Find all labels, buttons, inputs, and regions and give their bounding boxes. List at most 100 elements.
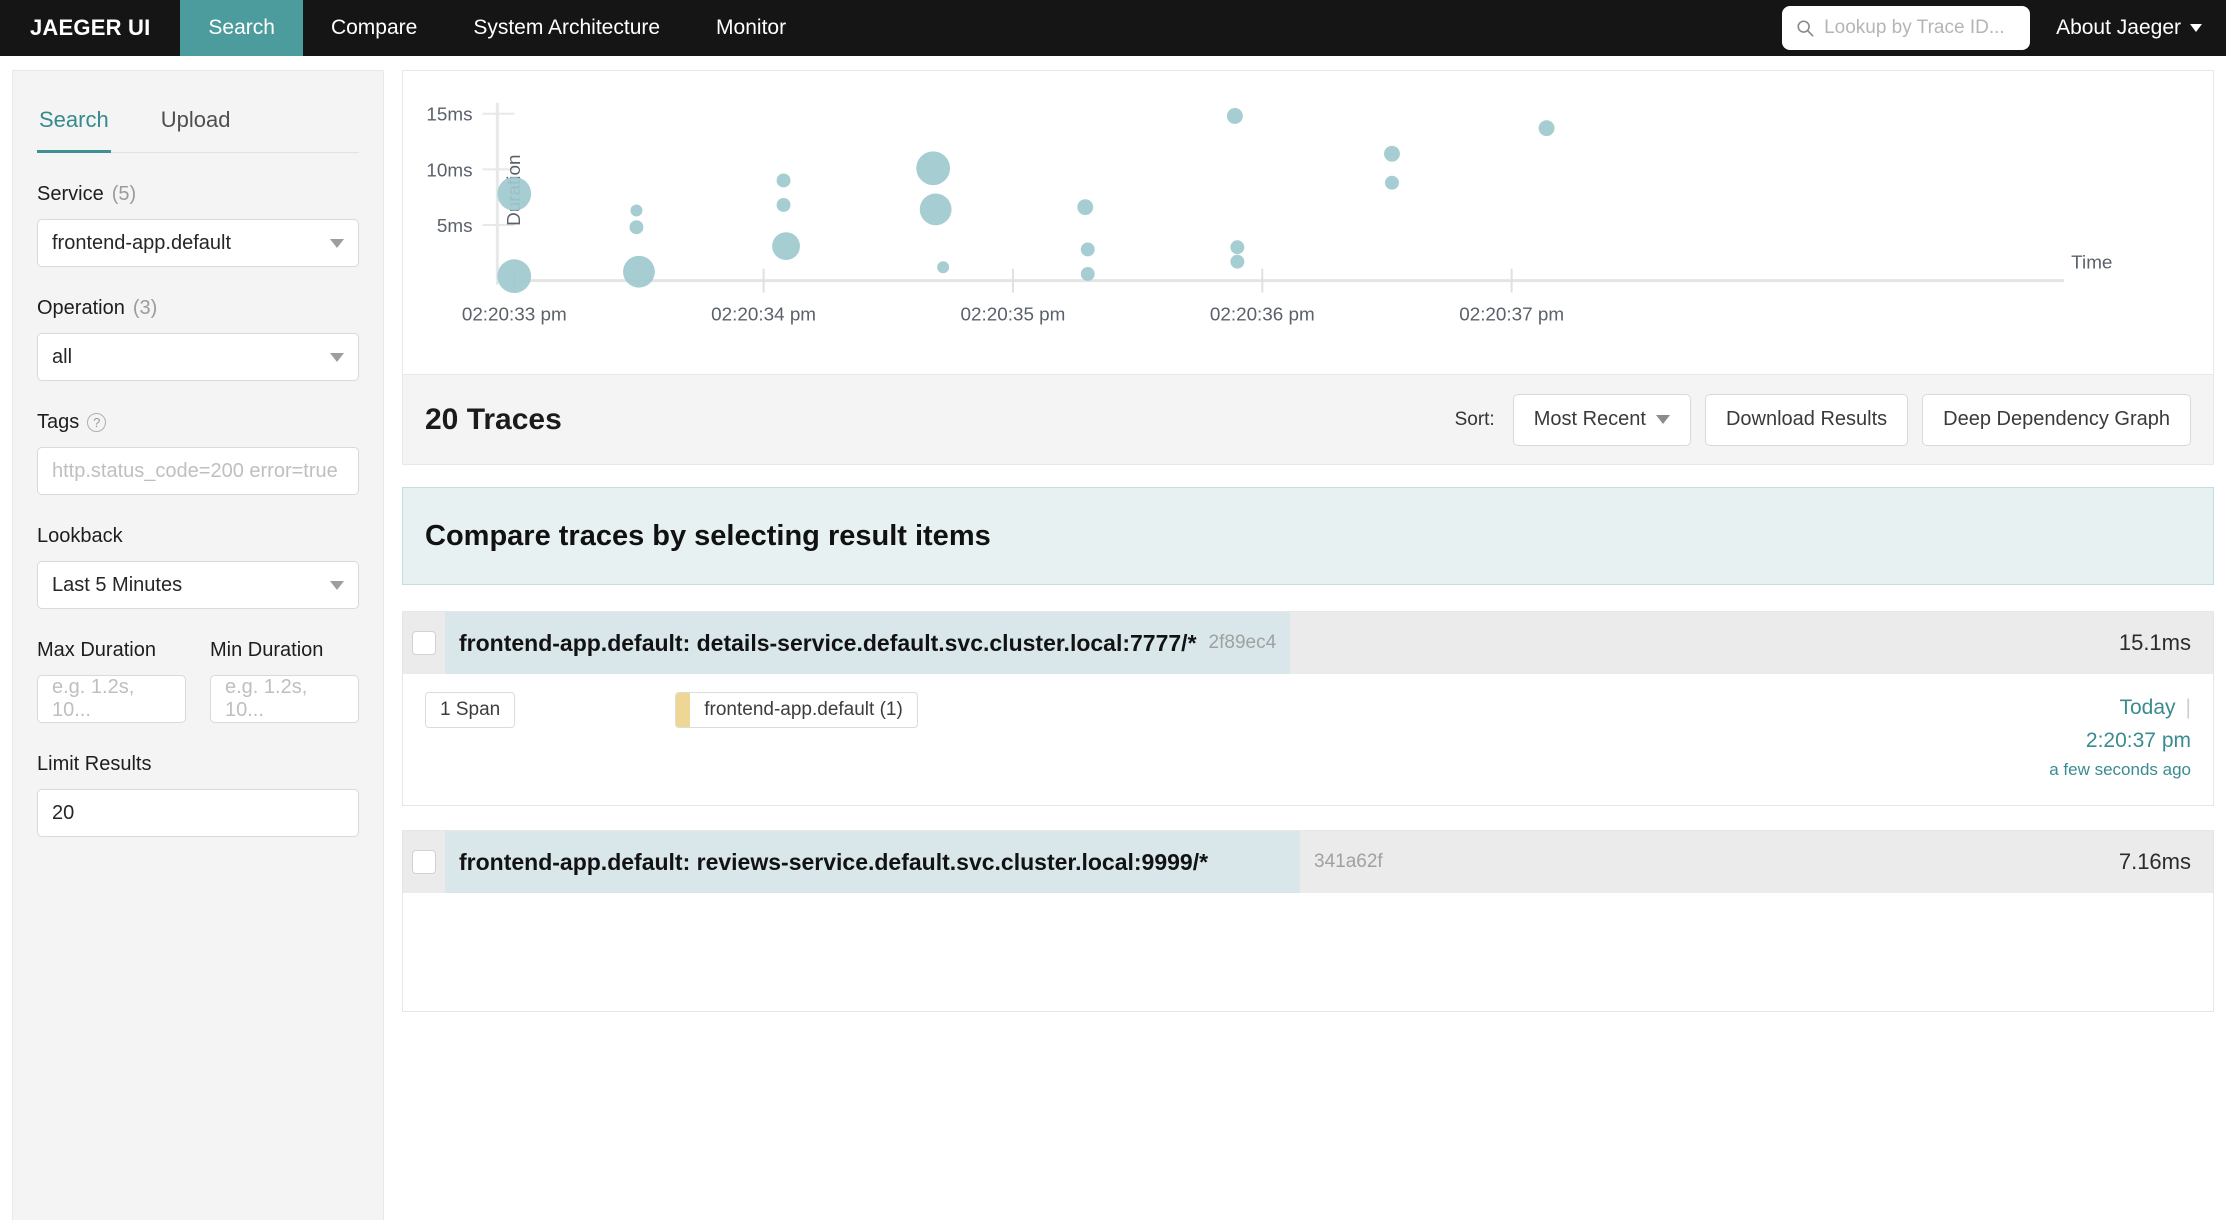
search-sidebar: Search Upload Service (5) frontend-app.d… xyxy=(12,70,384,1220)
svg-text:02:20:37 pm: 02:20:37 pm xyxy=(1459,303,1564,324)
max-duration-placeholder: e.g. 1.2s, 10... xyxy=(52,676,135,721)
span-count-badge: 1 Span xyxy=(425,692,516,728)
service-count: (5) xyxy=(111,183,137,205)
results-main: 5ms10ms15msDuration02:20:33 pm02:20:34 p… xyxy=(402,70,2214,1220)
svg-text:02:20:33 pm: 02:20:33 pm xyxy=(462,303,567,324)
trace-title-area[interactable]: frontend-app.default: details-service.de… xyxy=(445,612,1291,674)
lookback-label: Lookback xyxy=(37,525,123,547)
nav-item-system-architecture[interactable]: System Architecture xyxy=(445,0,688,56)
trace-header[interactable]: frontend-app.default: details-service.de… xyxy=(403,612,2213,674)
operation-label-row: Operation (3) xyxy=(37,297,359,320)
trace-duration: 15.1ms xyxy=(2090,612,2213,674)
limit-results-label: Limit Results xyxy=(37,753,152,775)
trace-id-cell: 341a62f xyxy=(1300,831,2091,894)
tab-upload[interactable]: Upload xyxy=(159,93,233,152)
operation-select-value: all xyxy=(52,345,73,368)
header-right-group: About Jaeger xyxy=(1782,0,2226,56)
sort-dropdown[interactable]: Most Recent xyxy=(1512,393,1691,446)
results-toolbar: 20 Traces Sort: Most Recent Download Res… xyxy=(402,375,2214,465)
field-min-duration: Min Duration e.g. 1.2s, 10... xyxy=(210,639,359,723)
trace-day-label: Today xyxy=(2119,696,2176,719)
sort-value: Most Recent xyxy=(1533,408,1646,430)
operation-label: Operation xyxy=(37,297,125,319)
nav-item-search[interactable]: Search xyxy=(180,0,303,56)
field-max-duration: Max Duration e.g. 1.2s, 10... xyxy=(37,639,186,723)
chevron-down-icon xyxy=(1655,415,1670,424)
divider: | xyxy=(2185,696,2191,719)
field-tags: Tags ? http.status_code=200 error=true xyxy=(37,411,359,495)
svg-text:02:20:36 pm: 02:20:36 pm xyxy=(1210,303,1315,324)
trace-day: Today | xyxy=(2049,692,2191,725)
trace-details: 1 Span frontend-app.default (1) Today | 2… xyxy=(403,674,2213,805)
field-service: Service (5) frontend-app.default xyxy=(37,183,359,267)
top-navigation-bar: JAEGER UI Search Compare System Architec… xyxy=(0,0,2226,56)
search-icon xyxy=(1797,20,1814,37)
deep-dependency-graph-label: Deep Dependency Graph xyxy=(1943,408,2170,430)
app-brand[interactable]: JAEGER UI xyxy=(0,0,180,56)
nav-item-compare[interactable]: Compare xyxy=(303,0,445,56)
service-color-swatch xyxy=(676,693,691,727)
scatter-plot-svg: 5ms10ms15msDuration02:20:33 pm02:20:34 p… xyxy=(426,102,2112,324)
download-results-label: Download Results xyxy=(1725,408,1888,430)
lookback-select[interactable]: Last 5 Minutes xyxy=(37,561,359,609)
page-body: Search Upload Service (5) frontend-app.d… xyxy=(0,56,2226,1220)
tab-search[interactable]: Search xyxy=(37,93,111,153)
trace-scatter-plot[interactable]: 5ms10ms15msDuration02:20:33 pm02:20:34 p… xyxy=(402,70,2214,375)
download-results-button[interactable]: Download Results xyxy=(1704,393,1909,446)
table-row[interactable]: frontend-app.default: details-service.de… xyxy=(402,611,2214,807)
max-duration-input[interactable]: e.g. 1.2s, 10... xyxy=(37,675,186,723)
svg-text:15ms: 15ms xyxy=(426,104,472,125)
lookback-label-row: Lookback xyxy=(37,525,359,548)
svg-text:5ms: 5ms xyxy=(437,215,473,236)
sort-label: Sort: xyxy=(1454,408,1495,430)
svg-text:10ms: 10ms xyxy=(426,159,472,180)
compare-traces-text: Compare traces by selecting result items xyxy=(425,519,991,552)
trace-title-area[interactable]: frontend-app.default: reviews-service.de… xyxy=(445,831,1300,894)
service-select[interactable]: frontend-app.default xyxy=(37,219,359,267)
trace-id: 2f89ec4 xyxy=(1208,632,1277,653)
trace-id-lookup[interactable] xyxy=(1782,6,2031,50)
trace-count-label: 20 Traces xyxy=(425,402,562,436)
trace-time: 2:20:37 pm xyxy=(2085,728,2191,752)
trace-id-input[interactable] xyxy=(1824,17,2017,39)
trace-duration: 7.16ms xyxy=(2090,831,2213,894)
trace-relative-time: a few seconds ago xyxy=(2049,760,2191,780)
trace-results-list: frontend-app.default: details-service.de… xyxy=(402,611,2214,1036)
service-label: Service xyxy=(37,183,104,205)
deep-dependency-graph-button[interactable]: Deep Dependency Graph xyxy=(1922,393,2191,446)
sidebar-tabs: Search Upload xyxy=(37,71,359,153)
nav-item-monitor[interactable]: Monitor xyxy=(688,0,814,56)
tags-input[interactable]: http.status_code=200 error=true xyxy=(37,447,359,495)
duration-fields: Max Duration e.g. 1.2s, 10... Min Durati… xyxy=(37,639,359,723)
trace-select-cell xyxy=(403,612,445,674)
trace-id: 341a62f xyxy=(1314,851,1383,873)
about-jaeger-menu[interactable]: About Jaeger xyxy=(2056,16,2202,40)
results-actions: Sort: Most Recent Download Results Deep … xyxy=(1454,393,2191,446)
tags-label: Tags xyxy=(37,411,80,433)
trace-select-checkbox[interactable] xyxy=(412,631,436,655)
trace-details xyxy=(403,893,2213,1011)
service-badge-label: frontend-app.default (1) xyxy=(704,699,903,720)
operation-select[interactable]: all xyxy=(37,333,359,381)
trace-select-cell xyxy=(403,831,445,894)
field-lookback: Lookback Last 5 Minutes xyxy=(37,525,359,609)
chevron-down-icon xyxy=(2190,24,2202,32)
service-select-value: frontend-app.default xyxy=(52,231,232,254)
trace-select-checkbox[interactable] xyxy=(412,850,436,875)
trace-header[interactable]: frontend-app.default: reviews-service.de… xyxy=(403,831,2213,894)
max-duration-label: Max Duration xyxy=(37,639,156,661)
service-badge: frontend-app.default (1) xyxy=(675,692,918,728)
limit-results-value: 20 xyxy=(52,801,75,824)
lookback-select-value: Last 5 Minutes xyxy=(52,573,183,596)
service-label-row: Service (5) xyxy=(37,183,359,206)
min-duration-input[interactable]: e.g. 1.2s, 10... xyxy=(210,675,359,723)
limit-results-input[interactable]: 20 xyxy=(37,789,359,837)
trace-title: frontend-app.default: details-service.de… xyxy=(459,629,1197,656)
field-limit-results: Limit Results 20 xyxy=(37,753,359,837)
min-duration-label: Min Duration xyxy=(210,639,324,661)
table-row[interactable]: frontend-app.default: reviews-service.de… xyxy=(402,830,2214,1013)
svg-text:Time: Time xyxy=(2071,252,2112,273)
trace-timestamps: Today | 2:20:37 pm a few seconds ago xyxy=(2049,692,2191,783)
help-circle-icon[interactable]: ? xyxy=(87,413,107,432)
operation-count: (3) xyxy=(132,297,158,319)
